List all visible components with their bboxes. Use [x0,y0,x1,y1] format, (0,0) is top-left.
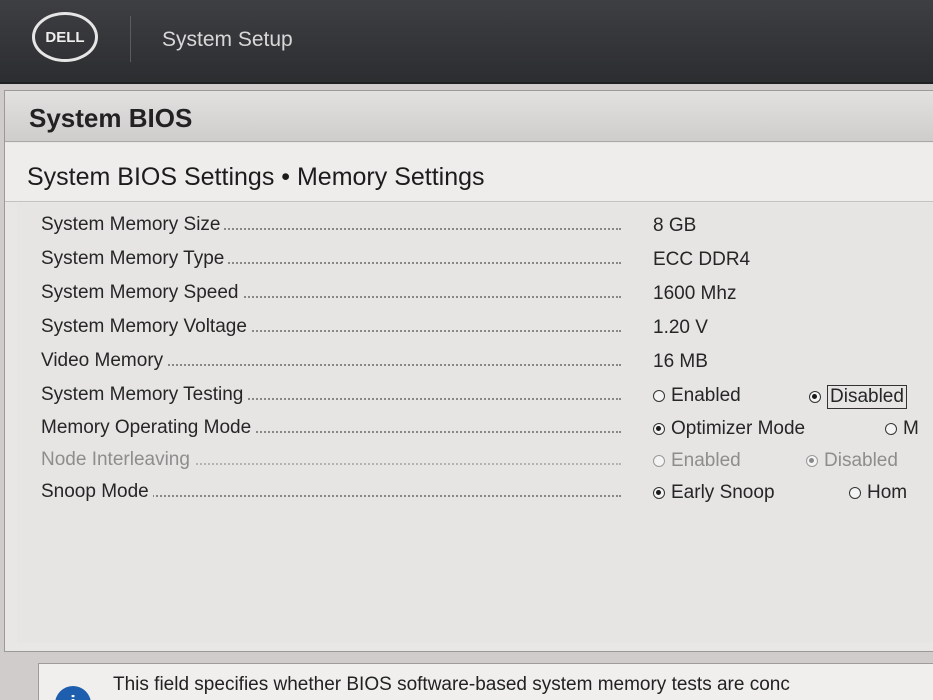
setting-label: System Memory Voltage [41,316,251,338]
logo-text: DELL [45,28,85,46]
radio-unselected-icon [653,390,665,402]
row-system-memory-type: System Memory Type ECC DDR4 [41,248,933,278]
radio-selected-icon [653,487,665,499]
option-label: Enabled [671,450,741,471]
row-system-memory-voltage: System Memory Voltage 1.20 V [41,316,933,346]
option-label: Optimizer Mode [671,418,806,439]
setting-label: Memory Operating Mode [41,417,256,439]
setting-value: 1600 Mhz [653,283,737,304]
radio-optimizer-mode[interactable]: Optimizer Mode [653,418,805,440]
setting-value: 1.20 V [653,317,708,338]
page-title-band: System BIOS Settings • Memory Settings [5,143,933,202]
setting-label: Snoop Mode [41,481,153,503]
radio-disabled: Disabled [806,450,898,472]
option-label: M [903,418,919,439]
main-panel: System BIOS System BIOS Settings • Memor… [4,90,933,652]
row-snoop-mode: Snoop Mode Early Snoop Hom [41,481,933,511]
screen: DELL System Setup System BIOS System BIO… [0,0,933,700]
help-text: This field specifies whether BIOS softwa… [113,674,790,695]
radio-selected-icon [809,391,821,403]
row-system-memory-size: System Memory Size 8 GB [41,214,933,244]
option-label: Hom [867,482,908,503]
setting-label: Video Memory [41,350,168,372]
setting-value: ECC DDR4 [653,249,751,270]
page-title: System BIOS Settings • Memory Settings [27,163,485,191]
option-label: Early Snoop [671,482,775,503]
row-system-memory-testing: System Memory Testing Enabled Disabled [41,384,933,414]
row-system-memory-speed: System Memory Speed 1600 Mhz [41,282,933,312]
row-video-memory: Video Memory 16 MB [41,350,933,380]
help-bar: i This field specifies whether BIOS soft… [38,663,933,700]
app-title: System Setup [162,28,293,51]
section-header: System BIOS [5,91,933,142]
option-label: Disabled [827,385,907,409]
radio-disabled[interactable]: Disabled [809,385,907,409]
setting-value: 16 MB [653,351,708,372]
radio-early-snoop[interactable]: Early Snoop [653,482,775,504]
radio-unselected-icon [849,487,861,499]
option-label: Enabled [671,385,741,406]
radio-other-mode[interactable]: M [885,418,919,440]
setting-label: System Memory Testing [41,384,248,406]
setting-label: System Memory Type [41,248,229,270]
setting-label: Node Interleaving [41,449,194,471]
setting-label: System Memory Speed [41,282,243,304]
radio-unselected-icon [653,455,665,467]
radio-enabled: Enabled [653,450,741,472]
option-label: Disabled [824,450,898,471]
radio-selected-icon [653,423,665,435]
radio-selected-icon [806,455,818,467]
radio-home-snoop[interactable]: Hom [849,482,907,504]
setting-label: System Memory Size [41,214,225,236]
row-memory-operating-mode: Memory Operating Mode Optimizer Mode M [41,417,933,447]
dell-logo: DELL [32,12,98,62]
info-icon: i [55,686,91,700]
radio-enabled[interactable]: Enabled [653,385,741,407]
section-title: System BIOS [29,103,193,133]
header-divider [130,16,131,62]
header-bar: DELL System Setup [0,0,933,84]
setting-value: 8 GB [653,215,697,236]
radio-unselected-icon [885,423,897,435]
row-node-interleaving: Node Interleaving Enabled Disabled [41,449,933,479]
